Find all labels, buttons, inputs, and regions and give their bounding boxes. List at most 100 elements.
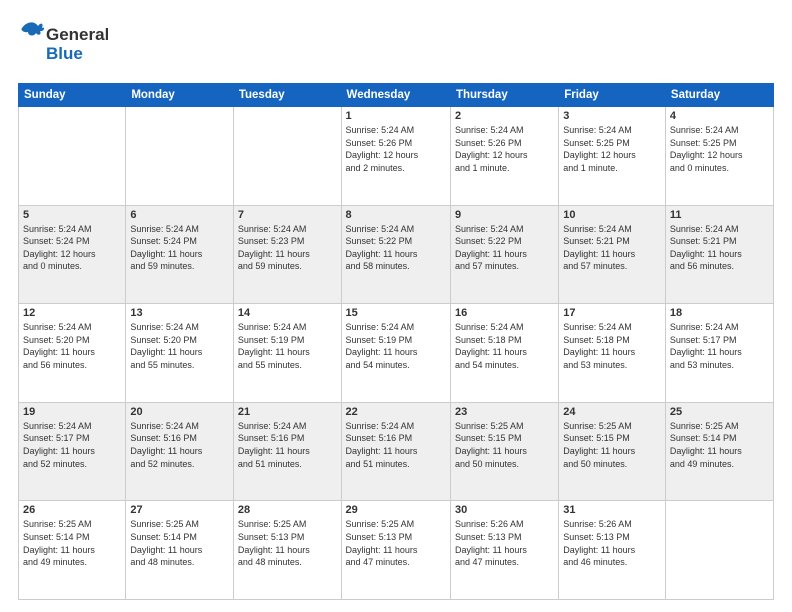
weekday-header-row: Sunday Monday Tuesday Wednesday Thursday… xyxy=(19,84,774,107)
header: General Blue xyxy=(18,18,774,73)
day-number: 1 xyxy=(346,110,446,122)
day-cell-2: 2 Sunrise: 5:24 AM Sunset: 5:26 PM Daylig… xyxy=(450,107,558,206)
day-number: 3 xyxy=(563,110,661,122)
day-info: Sunrise: 5:24 AM Sunset: 5:21 PM Dayligh… xyxy=(670,223,769,273)
day-cell-7: 7 Sunrise: 5:24 AM Sunset: 5:23 PM Daylig… xyxy=(233,205,341,304)
day-cell-18: 18 Sunrise: 5:24 AM Sunset: 5:17 PM Dayli… xyxy=(665,304,773,403)
day-cell-3: 3 Sunrise: 5:24 AM Sunset: 5:25 PM Daylig… xyxy=(559,107,666,206)
logo-full: General Blue xyxy=(18,18,108,73)
calendar-week-row: 5 Sunrise: 5:24 AM Sunset: 5:24 PM Daylig… xyxy=(19,205,774,304)
day-number: 16 xyxy=(455,307,554,319)
day-cell-16: 16 Sunrise: 5:24 AM Sunset: 5:18 PM Dayli… xyxy=(450,304,558,403)
day-cell-25: 25Sunrise: 5:25 AM Sunset: 5:14 PM Dayli… xyxy=(665,402,773,501)
day-number: 10 xyxy=(563,209,661,221)
day-info: Sunrise: 5:24 AM Sunset: 5:17 PM Dayligh… xyxy=(670,321,769,371)
day-number: 13 xyxy=(130,307,229,319)
day-cell-23: 23Sunrise: 5:25 AM Sunset: 5:15 PM Dayli… xyxy=(450,402,558,501)
day-number: 22 xyxy=(346,406,446,418)
day-info: Sunrise: 5:26 AM Sunset: 5:13 PM Dayligh… xyxy=(563,518,661,568)
day-cell-29: 29 Sunrise: 5:25 AM Sunset: 5:13 PM Dayli… xyxy=(341,501,450,600)
empty-cell xyxy=(665,501,773,600)
header-friday: Friday xyxy=(559,84,666,107)
day-cell-8: 8 Sunrise: 5:24 AM Sunset: 5:22 PM Daylig… xyxy=(341,205,450,304)
day-number: 12 xyxy=(23,307,121,319)
calendar-week-row: 26Sunrise: 5:25 AM Sunset: 5:14 PM Dayli… xyxy=(19,501,774,600)
day-info: Sunrise: 5:25 AM Sunset: 5:13 PM Dayligh… xyxy=(346,518,446,568)
day-info: Sunrise: 5:24 AM Sunset: 5:23 PM Dayligh… xyxy=(238,223,337,273)
day-info: Sunrise: 5:24 AM Sunset: 5:19 PM Dayligh… xyxy=(346,321,446,371)
day-number: 24 xyxy=(563,406,661,418)
day-cell-20: 20Sunrise: 5:24 AM Sunset: 5:16 PM Dayli… xyxy=(126,402,234,501)
calendar-week-row: 12 Sunrise: 5:24 AM Sunset: 5:20 PM Dayli… xyxy=(19,304,774,403)
day-number: 8 xyxy=(346,209,446,221)
day-cell-17: 17 Sunrise: 5:24 AM Sunset: 5:18 PM Dayli… xyxy=(559,304,666,403)
day-info: Sunrise: 5:24 AM Sunset: 5:24 PM Dayligh… xyxy=(130,223,229,273)
day-cell-11: 11 Sunrise: 5:24 AM Sunset: 5:21 PM Dayli… xyxy=(665,205,773,304)
day-number: 30 xyxy=(455,504,554,516)
day-number: 14 xyxy=(238,307,337,319)
day-info: Sunrise: 5:24 AM Sunset: 5:16 PM Dayligh… xyxy=(238,420,337,470)
day-number: 15 xyxy=(346,307,446,319)
day-info: Sunrise: 5:24 AM Sunset: 5:19 PM Dayligh… xyxy=(238,321,337,371)
day-info: Sunrise: 5:24 AM Sunset: 5:25 PM Dayligh… xyxy=(670,124,769,174)
day-info: Sunrise: 5:24 AM Sunset: 5:20 PM Dayligh… xyxy=(130,321,229,371)
empty-cell xyxy=(126,107,234,206)
day-info: Sunrise: 5:24 AM Sunset: 5:22 PM Dayligh… xyxy=(346,223,446,273)
header-tuesday: Tuesday xyxy=(233,84,341,107)
header-sunday: Sunday xyxy=(19,84,126,107)
day-cell-31: 31Sunrise: 5:26 AM Sunset: 5:13 PM Dayli… xyxy=(559,501,666,600)
calendar-week-row: 19 Sunrise: 5:24 AM Sunset: 5:17 PM Dayli… xyxy=(19,402,774,501)
day-info: Sunrise: 5:25 AM Sunset: 5:14 PM Dayligh… xyxy=(130,518,229,568)
day-cell-4: 4 Sunrise: 5:24 AM Sunset: 5:25 PM Daylig… xyxy=(665,107,773,206)
day-info: Sunrise: 5:24 AM Sunset: 5:26 PM Dayligh… xyxy=(346,124,446,174)
day-number: 27 xyxy=(130,504,229,516)
header-saturday: Saturday xyxy=(665,84,773,107)
day-info: Sunrise: 5:25 AM Sunset: 5:15 PM Dayligh… xyxy=(563,420,661,470)
day-number: 17 xyxy=(563,307,661,319)
day-cell-12: 12 Sunrise: 5:24 AM Sunset: 5:20 PM Dayli… xyxy=(19,304,126,403)
day-cell-10: 10Sunrise: 5:24 AM Sunset: 5:21 PM Dayli… xyxy=(559,205,666,304)
day-number: 29 xyxy=(346,504,446,516)
logo: General Blue xyxy=(18,18,108,73)
day-info: Sunrise: 5:24 AM Sunset: 5:25 PM Dayligh… xyxy=(563,124,661,174)
day-cell-24: 24 Sunrise: 5:25 AM Sunset: 5:15 PM Dayli… xyxy=(559,402,666,501)
day-number: 19 xyxy=(23,406,121,418)
day-cell-1: 1 Sunrise: 5:24 AM Sunset: 5:26 PM Daylig… xyxy=(341,107,450,206)
day-info: Sunrise: 5:26 AM Sunset: 5:13 PM Dayligh… xyxy=(455,518,554,568)
day-info: Sunrise: 5:24 AM Sunset: 5:17 PM Dayligh… xyxy=(23,420,121,470)
day-info: Sunrise: 5:24 AM Sunset: 5:18 PM Dayligh… xyxy=(563,321,661,371)
day-cell-5: 5Sunrise: 5:24 AM Sunset: 5:24 PM Daylig… xyxy=(19,205,126,304)
day-cell-30: 30 Sunrise: 5:26 AM Sunset: 5:13 PM Dayli… xyxy=(450,501,558,600)
day-number: 11 xyxy=(670,209,769,221)
day-number: 28 xyxy=(238,504,337,516)
day-number: 2 xyxy=(455,110,554,122)
day-info: Sunrise: 5:24 AM Sunset: 5:18 PM Dayligh… xyxy=(455,321,554,371)
day-info: Sunrise: 5:24 AM Sunset: 5:20 PM Dayligh… xyxy=(23,321,121,371)
day-cell-13: 13 Sunrise: 5:24 AM Sunset: 5:20 PM Dayli… xyxy=(126,304,234,403)
calendar-table: Sunday Monday Tuesday Wednesday Thursday… xyxy=(18,83,774,600)
svg-text:General: General xyxy=(46,25,108,44)
day-number: 9 xyxy=(455,209,554,221)
header-monday: Monday xyxy=(126,84,234,107)
day-number: 18 xyxy=(670,307,769,319)
day-number: 20 xyxy=(130,406,229,418)
calendar-week-row: 1 Sunrise: 5:24 AM Sunset: 5:26 PM Daylig… xyxy=(19,107,774,206)
day-number: 25 xyxy=(670,406,769,418)
day-cell-21: 21Sunrise: 5:24 AM Sunset: 5:16 PM Dayli… xyxy=(233,402,341,501)
day-cell-14: 14 Sunrise: 5:24 AM Sunset: 5:19 PM Dayli… xyxy=(233,304,341,403)
day-info: Sunrise: 5:24 AM Sunset: 5:22 PM Dayligh… xyxy=(455,223,554,273)
day-cell-22: 22Sunrise: 5:24 AM Sunset: 5:16 PM Dayli… xyxy=(341,402,450,501)
day-cell-27: 27 Sunrise: 5:25 AM Sunset: 5:14 PM Dayli… xyxy=(126,501,234,600)
day-number: 5 xyxy=(23,209,121,221)
day-info: Sunrise: 5:24 AM Sunset: 5:26 PM Dayligh… xyxy=(455,124,554,174)
day-info: Sunrise: 5:25 AM Sunset: 5:13 PM Dayligh… xyxy=(238,518,337,568)
day-cell-26: 26Sunrise: 5:25 AM Sunset: 5:14 PM Dayli… xyxy=(19,501,126,600)
day-number: 4 xyxy=(670,110,769,122)
day-info: Sunrise: 5:25 AM Sunset: 5:14 PM Dayligh… xyxy=(23,518,121,568)
svg-text:Blue: Blue xyxy=(46,44,83,63)
day-cell-6: 6Sunrise: 5:24 AM Sunset: 5:24 PM Daylig… xyxy=(126,205,234,304)
empty-cell xyxy=(19,107,126,206)
day-cell-19: 19 Sunrise: 5:24 AM Sunset: 5:17 PM Dayli… xyxy=(19,402,126,501)
day-info: Sunrise: 5:25 AM Sunset: 5:15 PM Dayligh… xyxy=(455,420,554,470)
day-number: 7 xyxy=(238,209,337,221)
